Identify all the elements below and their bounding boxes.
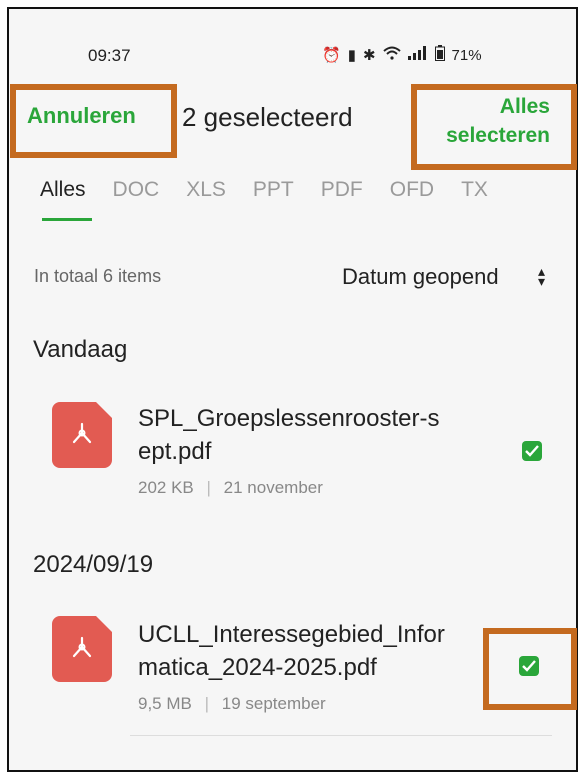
- battery-icon: [434, 45, 445, 65]
- tab-ofd[interactable]: OFD: [390, 178, 434, 202]
- list-divider: [130, 735, 552, 736]
- bluetooth-icon: ✱: [362, 47, 376, 64]
- selection-count: 2 geselecteerd: [182, 102, 353, 132]
- pdf-file-icon: [52, 402, 112, 468]
- tab-alles[interactable]: Alles: [40, 178, 86, 202]
- tab-ppt[interactable]: PPT: [253, 178, 294, 202]
- file-date: 19 september: [221, 694, 326, 713]
- highlight-box: [10, 84, 177, 158]
- meta-separator: |: [206, 478, 211, 497]
- battery-percent: 71%: [451, 46, 482, 64]
- file-meta: 9,5 MB | 19 september: [138, 694, 326, 714]
- status-time: 09:37: [88, 46, 131, 65]
- file-name-line1: SPL_Groepslessenrooster-s: [138, 405, 440, 432]
- alarm-icon: ⏰: [322, 47, 341, 64]
- file-name-line1: UCLL_Interessegebied_Infor: [138, 621, 445, 648]
- tab-pdf[interactable]: PDF: [321, 178, 363, 202]
- section-title: Vandaag: [33, 336, 128, 363]
- file-size: 202 KB: [138, 478, 194, 497]
- file-name: SPL_Groepslessenrooster-s ept.pdf: [138, 402, 439, 468]
- signal-icon: [407, 46, 428, 64]
- file-name: UCLL_Interessegebied_Infor matica_2024-2…: [138, 618, 445, 684]
- tab-xls[interactable]: XLS: [186, 178, 226, 202]
- pdf-file-icon: [52, 616, 112, 682]
- section-title: 2024/09/19: [33, 551, 154, 578]
- meta-separator: |: [204, 694, 210, 713]
- file-meta: 202 KB | 21 november: [138, 478, 323, 498]
- highlight-box: [483, 628, 577, 710]
- active-tab-indicator: [42, 218, 92, 221]
- sort-button[interactable]: Datum geopend: [342, 264, 499, 290]
- sort-arrows-icon[interactable]: ▴ ▾: [538, 264, 545, 288]
- selection-checkbox[interactable]: [522, 441, 542, 461]
- file-name-line2: matica_2024-2025.pdf: [138, 654, 377, 681]
- file-name-line2: ept.pdf: [138, 438, 212, 465]
- highlight-box: [411, 84, 577, 170]
- total-items-count: In totaal 6 items: [34, 266, 162, 286]
- file-size: 9,5 MB: [138, 694, 192, 713]
- tab-doc[interactable]: DOC: [113, 178, 160, 202]
- wifi-icon: [382, 46, 401, 64]
- status-icons: ⏰ ▮ ✱ 71%: [322, 45, 482, 65]
- file-type-tabs: Alles DOC XLS PPT PDF OFD TX: [40, 178, 515, 202]
- tab-txt[interactable]: TX: [461, 178, 488, 202]
- file-date: 21 november: [223, 478, 323, 497]
- vibrate-icon: ▮: [347, 47, 356, 64]
